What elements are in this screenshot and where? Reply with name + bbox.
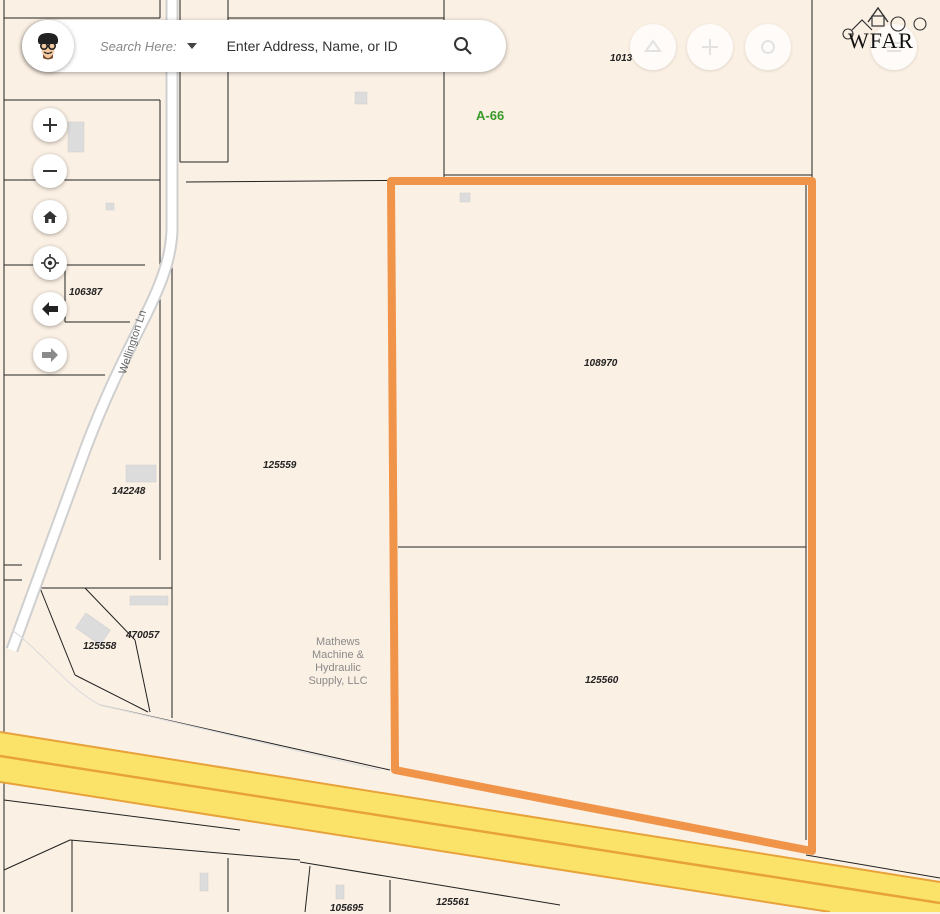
- measure-tool-button[interactable]: [630, 24, 676, 70]
- parcel-label[interactable]: 470057: [126, 630, 159, 641]
- arrow-right-icon: [42, 348, 58, 362]
- search-icon: [453, 37, 472, 55]
- add-tool-button[interactable]: [687, 24, 733, 70]
- home-icon: [43, 211, 57, 223]
- plus-icon: [43, 118, 57, 132]
- arrow-left-icon: [42, 302, 58, 316]
- avatar-icon: [37, 33, 59, 60]
- parcel-label[interactable]: 125560: [585, 675, 618, 686]
- measure-icon: [644, 39, 662, 52]
- business-label: Mathews Machine & Hydraulic Supply, LLC: [293, 636, 383, 688]
- parcel-label[interactable]: 125558: [83, 641, 116, 652]
- home-button[interactable]: [33, 200, 67, 234]
- layers-icon: [761, 40, 775, 54]
- parcel-label[interactable]: 106387: [69, 287, 102, 298]
- business-label-line: Hydraulic: [315, 662, 361, 674]
- business-label-line: Machine &: [312, 649, 364, 661]
- business-label-line: Mathews: [315, 636, 361, 648]
- logo-text: WFAR: [848, 28, 914, 53]
- wfar-logo: WFAR: [838, 2, 938, 53]
- locate-button[interactable]: [33, 246, 67, 280]
- plus-icon: [702, 39, 718, 55]
- forward-button[interactable]: [33, 338, 67, 372]
- back-button[interactable]: [33, 292, 67, 326]
- zoom-out-button[interactable]: [33, 154, 67, 188]
- crosshair-icon: [41, 254, 59, 272]
- parcel-label[interactable]: 125559: [263, 460, 296, 471]
- parcel-label[interactable]: 125561: [436, 897, 469, 908]
- zoom-in-button[interactable]: [33, 108, 67, 142]
- minus-icon: [43, 170, 57, 172]
- business-label-line: Supply, LLC: [308, 675, 368, 687]
- search-button[interactable]: [449, 32, 477, 60]
- parcel-label[interactable]: 142248: [112, 486, 145, 497]
- chevron-down-icon[interactable]: [186, 43, 197, 49]
- search-bar: Search Here:: [22, 20, 506, 72]
- parcel-label[interactable]: 105695: [330, 903, 363, 914]
- parcel-label[interactable]: 1013: [610, 53, 632, 64]
- avatar[interactable]: [22, 20, 74, 72]
- parcel-label[interactable]: 108970: [584, 358, 617, 369]
- parcel-map[interactable]: [0, 0, 940, 912]
- abstract-label: A-66: [476, 108, 505, 123]
- search-scope-label[interactable]: Search Here:: [100, 39, 177, 54]
- layers-tool-button[interactable]: [745, 24, 791, 70]
- search-input[interactable]: [224, 37, 439, 55]
